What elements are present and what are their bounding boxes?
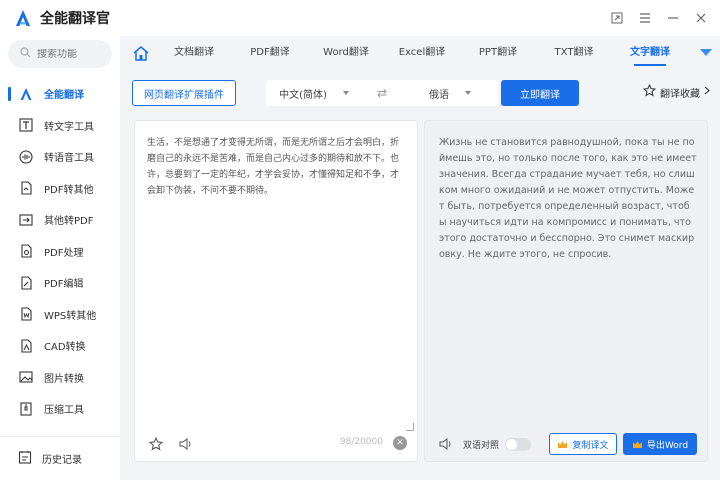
history-icon (18, 450, 32, 467)
tab-excel-translate[interactable]: Excel翻译 (384, 36, 460, 70)
tab-text-translate[interactable]: 文字翻译 (612, 36, 688, 70)
copy-label: 复制译文 (572, 440, 609, 451)
text-tool-icon (18, 117, 34, 133)
home-icon[interactable] (126, 45, 156, 61)
more-tabs-icon[interactable] (700, 49, 712, 56)
bilingual-label: 双语对照 (463, 440, 500, 451)
title-bar: 全能翻译官 (0, 0, 720, 36)
resize-handle-icon[interactable] (406, 423, 414, 431)
sidebar-item-label: 压缩工具 (44, 405, 84, 417)
favorites-label: 翻译收藏 (660, 88, 700, 100)
translation-panel: Жизнь не становится равнодушной, пока ты… (424, 120, 708, 462)
pdf-process-icon (18, 243, 34, 259)
source-language-select[interactable]: 中文(简体) (266, 86, 362, 101)
copy-translation-button[interactable]: 复制译文 (549, 433, 617, 455)
pdf-convert-icon (18, 180, 34, 196)
source-text[interactable]: 生活，不是想通了才变得无所谓，而是无所谓之后才会明白，折磨自己的永远不是苦难，而… (147, 135, 407, 199)
bilingual-toggle[interactable] (505, 437, 532, 451)
search-icon (20, 47, 31, 61)
sidebar-item-image-convert[interactable]: 图片转换 (0, 362, 120, 394)
translation-favorites-link[interactable]: 翻译收藏 (642, 83, 710, 100)
tab-ppt-translate[interactable]: PPT翻译 (460, 36, 536, 70)
sidebar-item-label: 图片转换 (44, 373, 84, 385)
web-extension-button[interactable]: 网页翻译扩展插件 (132, 80, 236, 106)
translate-now-button[interactable]: 立即翻译 (501, 80, 579, 106)
speaker-icon[interactable] (175, 433, 197, 455)
sidebar-item-label: PDF处理 (44, 247, 84, 259)
mini-mode-icon[interactable] (606, 8, 628, 28)
sidebar-item-cad-convert[interactable]: CAD转换 (0, 330, 120, 362)
sidebar-item-label: CAD转换 (44, 342, 86, 354)
cad-icon (18, 338, 34, 354)
minimize-icon[interactable] (662, 8, 684, 28)
translation-footer: 双语对照 复制译文 导出Word (425, 433, 707, 455)
image-icon (18, 369, 34, 385)
sidebar-item-label: 历史记录 (42, 455, 82, 466)
sidebar-item-label: PDF编辑 (44, 279, 84, 291)
sidebar-item-wps-to-other[interactable]: WPS转其他 (0, 299, 120, 331)
swap-languages-icon[interactable]: ⇄ (362, 86, 402, 100)
sidebar-item-pdf-to-other[interactable]: PDF转其他 (0, 173, 120, 205)
chevron-down-icon (465, 91, 471, 95)
export-label: 导出Word (646, 440, 689, 451)
source-text-panel[interactable]: 生活，不是想通了才变得无所谓，而是无所谓之后才会明白，折磨自己的永远不是苦难，而… (134, 120, 418, 462)
sidebar-item-label: WPS转其他 (44, 310, 97, 322)
sidebar-item-text-tool[interactable]: 转文字工具 (0, 110, 120, 142)
sidebar: 全能翻译 转文字工具 转语音工具 PDF转其他 其他转PDF PDF处理 PDF… (0, 36, 120, 480)
star-icon (642, 83, 657, 100)
app-logo-icon (14, 9, 32, 27)
source-footer: 98/20000 ✕ (135, 433, 417, 455)
search-input[interactable] (37, 48, 97, 60)
sidebar-item-pdf-process[interactable]: PDF处理 (0, 236, 120, 268)
language-selector: 中文(简体) ⇄ 俄语 (266, 80, 498, 106)
sidebar-nav: 全能翻译 转文字工具 转语音工具 PDF转其他 其他转PDF PDF处理 PDF… (0, 78, 120, 425)
chevron-down-icon (342, 91, 349, 95)
sidebar-item-label: 全能翻译 (44, 90, 84, 102)
crown-icon (632, 440, 643, 449)
tab-txt-translate[interactable]: TXT翻译 (536, 36, 612, 70)
sidebar-item-compress[interactable]: 压缩工具 (0, 393, 120, 425)
sidebar-item-label: 转文字工具 (44, 121, 94, 133)
compress-icon (18, 401, 34, 417)
menu-icon[interactable] (634, 8, 656, 28)
tab-word-translate[interactable]: Word翻译 (308, 36, 384, 70)
close-icon[interactable] (690, 8, 712, 28)
sidebar-item-other-to-pdf[interactable]: 其他转PDF (0, 204, 120, 236)
sidebar-item-label: 转语音工具 (44, 153, 94, 165)
sidebar-item-label: 其他转PDF (44, 216, 94, 228)
sidebar-item-all-translate[interactable]: 全能翻译 (0, 78, 120, 110)
sidebar-item-pdf-edit[interactable]: PDF编辑 (0, 267, 120, 299)
clear-icon[interactable]: ✕ (393, 436, 407, 450)
wps-icon (18, 306, 34, 322)
sidebar-item-label: PDF转其他 (44, 184, 94, 196)
char-count: 98/20000 (339, 437, 383, 447)
translate-toolbar: 网页翻译扩展插件 中文(简体) ⇄ 俄语 立即翻译 翻译收藏 (120, 70, 720, 116)
voice-tool-icon (18, 149, 34, 165)
to-pdf-icon (18, 212, 34, 228)
tab-bar: 文档翻译 PDF翻译 Word翻译 Excel翻译 PPT翻译 TXT翻译 文字… (120, 36, 720, 70)
target-language-label: 俄语 (429, 89, 449, 101)
pdf-edit-icon (18, 275, 34, 291)
target-language-select[interactable]: 俄语 (402, 86, 498, 101)
translate-icon (18, 86, 34, 102)
source-language-label: 中文(简体) (279, 89, 327, 101)
sidebar-item-voice-tool[interactable]: 转语音工具 (0, 141, 120, 173)
chevron-right-icon (704, 86, 710, 98)
tab-pdf-translate[interactable]: PDF翻译 (232, 36, 308, 70)
crown-icon (557, 440, 568, 449)
export-word-button[interactable]: 导出Word (623, 433, 697, 455)
window-controls (606, 8, 712, 28)
tab-document-translate[interactable]: 文档翻译 (156, 36, 232, 70)
favorite-star-icon[interactable] (145, 433, 167, 455)
app-title: 全能翻译官 (40, 11, 110, 27)
translated-text: Жизнь не становится равнодушной, пока ты… (439, 137, 697, 260)
sidebar-item-history[interactable]: 历史记录 (0, 436, 120, 480)
search-box[interactable] (8, 40, 112, 68)
speaker-icon[interactable] (435, 433, 457, 455)
